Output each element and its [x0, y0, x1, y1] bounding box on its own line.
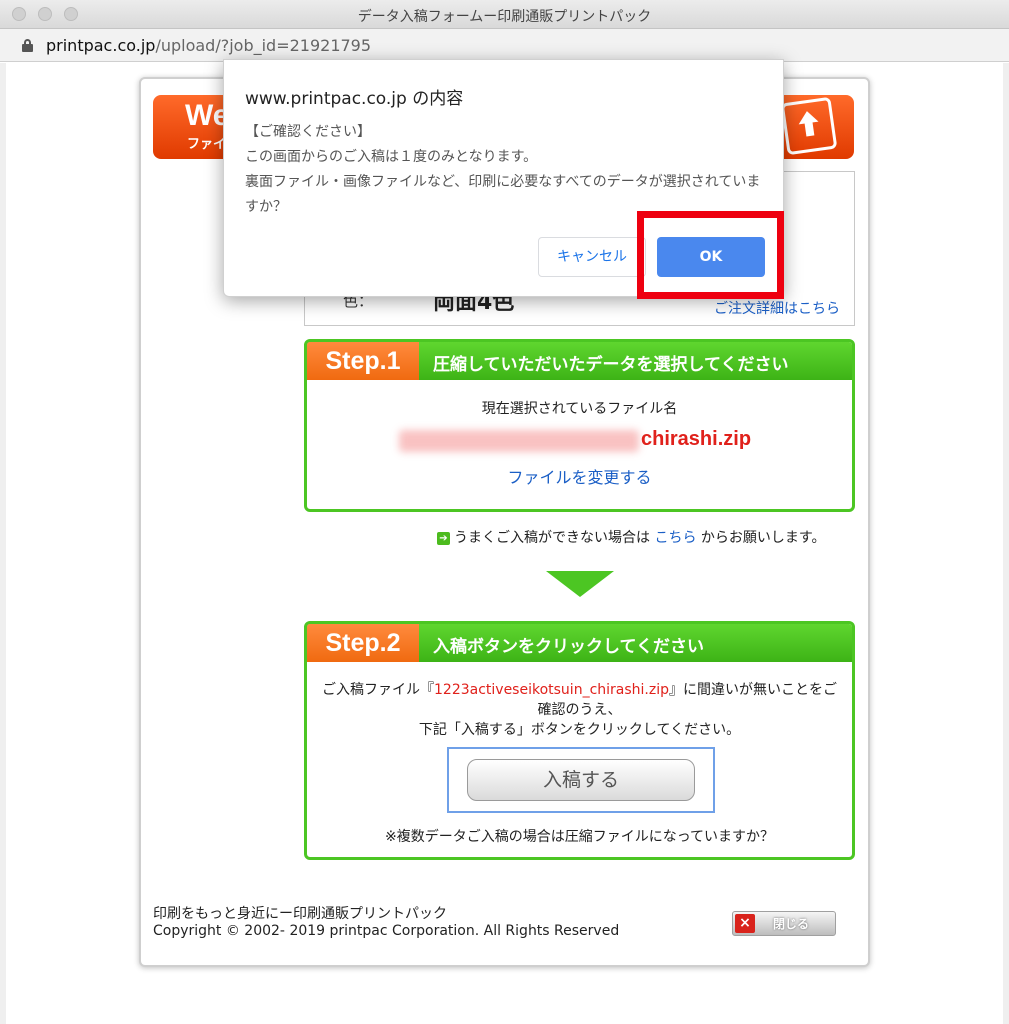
step1-box: Step.1 圧縮していただいたデータを選択してください 現在選択されているファ…: [304, 339, 855, 512]
close-button[interactable]: × 閉じる: [732, 911, 836, 936]
dialog-line1: 【ご確認ください】: [245, 124, 371, 140]
change-file-link[interactable]: ファイルを変更する: [307, 464, 852, 488]
banner-subtitle: ファイ: [187, 137, 227, 152]
step2-header: Step.2 入稿ボタンをクリックしてください: [307, 624, 852, 662]
help-prefix: うまくご入稿ができない場合は: [454, 530, 650, 546]
close-icon: ×: [735, 914, 755, 933]
window-title: データ入稿フォームー印刷通販プリントパック: [357, 9, 652, 25]
blurred-filename-prefix: [399, 430, 639, 452]
down-arrow-icon: [546, 571, 614, 597]
submit-focus-ring: 入稿する: [447, 747, 715, 813]
window-titlebar: データ入稿フォームー印刷通販プリントパック: [0, 0, 1009, 29]
underlying-page-edge-right: [1003, 63, 1009, 1024]
help-link[interactable]: こちら: [654, 530, 696, 546]
selected-filename: chirashi.zip: [641, 428, 752, 450]
footer-copyright: Copyright © 2002- 2019 printpac Corporat…: [153, 923, 620, 939]
footer-tagline: 印刷をもっと身近にー印刷通販プリントパック: [153, 906, 447, 922]
dialog-title: www.printpac.co.jp の内容: [245, 89, 464, 109]
lock-icon: [22, 39, 33, 52]
step2-instructions: ご入稿ファイル『1223activeseikotsuin_chirashi.zi…: [321, 680, 838, 740]
upload-icon: [780, 96, 838, 156]
cancel-button[interactable]: キャンセル: [538, 237, 646, 277]
step2-title: 入稿ボタンをクリックしてください: [433, 637, 704, 657]
step2-box: Step.2 入稿ボタンをクリックしてください ご入稿ファイル『1223acti…: [304, 621, 855, 860]
step2-text-line3: 下記「入稿する」ボタンをクリックしてください。: [418, 722, 741, 738]
step2-text-before: ご入稿ファイル『: [322, 682, 434, 698]
step1-header: Step.1 圧縮していただいたデータを選択してください: [307, 342, 852, 380]
address-bar[interactable]: printpac.co.jp/upload/?job_id=21921795: [0, 29, 1009, 62]
step2-note: ※複数データご入稿の場合は圧縮ファイルになっていますか？: [384, 829, 775, 845]
help-suffix: からお願いします。: [700, 530, 826, 546]
close-label: 閉じる: [773, 917, 810, 931]
url-host: printpac.co.jp: [46, 36, 156, 55]
step2-badge: Step.2: [307, 624, 419, 662]
step1-badge: Step.1: [307, 342, 419, 380]
dialog-line2: この画面からのご入稿は１度のみとなります。: [245, 149, 538, 165]
ok-highlight-annotation: [637, 211, 784, 299]
order-detail-link[interactable]: ご注文詳細はこちら: [714, 298, 840, 318]
step2-filename: 1223activeseikotsuin_chirashi.zip: [434, 682, 669, 698]
url-text[interactable]: printpac.co.jp/upload/?job_id=21921795: [46, 36, 371, 55]
help-line: ➔ うまくご入稿ができない場合は こちら からお願いします。: [437, 527, 826, 547]
dialog-message: 【ご確認ください】 この画面からのご入稿は１度のみとなります。 裏面ファイル・画…: [245, 120, 765, 220]
submit-button[interactable]: 入稿する: [467, 759, 695, 801]
underlying-page-edge-left: [0, 63, 6, 1024]
step1-title: 圧縮していただいたデータを選択してください: [433, 355, 789, 375]
url-path: /upload/?job_id=21921795: [155, 36, 372, 55]
selected-file-label: 現在選択されているファイル名: [481, 401, 678, 417]
arrow-right-icon: ➔: [437, 531, 450, 545]
